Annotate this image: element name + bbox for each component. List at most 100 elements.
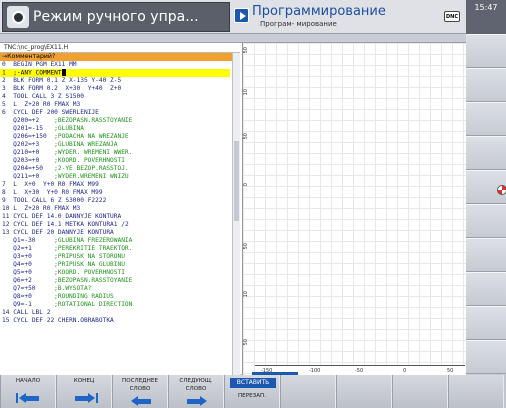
line-code: L X+30 Y+0 R0 FMAX M99: [13, 189, 103, 196]
softkey-4[interactable]: СЛЕДУЮЩ. СЛОВО: [168, 375, 224, 408]
program-line[interactable]: Q204=+50 ;2-YE BEZOP.RASSTOJ.: [0, 165, 240, 173]
program-line[interactable]: 13 CYCL DEF 20 DANNYJE KONTURA: [0, 229, 240, 237]
line-comment: ;GLUBINA FREZEROWANIA: [54, 237, 133, 244]
line-code: BLK FORM 0.1 Z X-135 Y-40 Z-5: [13, 77, 122, 84]
clock: 15:47: [466, 0, 506, 34]
h-tick: 50: [447, 368, 454, 374]
line-code: Q8=+0: [2, 293, 55, 300]
line-code: Q200=+2: [2, 117, 55, 124]
program-line[interactable]: 15 CYCL DEF 22 CHERN.OBRABOTKA: [0, 317, 240, 325]
line-number: 1: [2, 69, 6, 77]
program-line[interactable]: 11 CYCL DEF 14.0 DANNYJE KONTURA: [0, 213, 240, 221]
program-line[interactable]: 5 L Z+20 R0 FMAX M3: [0, 101, 240, 109]
program-line[interactable]: Q1=-30 ;GLUBINA FREZEROWANIA: [0, 237, 240, 245]
vertical-softkey-6[interactable]: [466, 204, 506, 238]
line-number: 12: [2, 221, 10, 228]
vertical-softkey-3[interactable]: [466, 102, 506, 136]
line-code: Q206=+150: [2, 133, 55, 140]
program-line[interactable]: Q3=+0 ;PRIPUSK NA STORONU: [0, 253, 240, 261]
manual-mode-icon: [7, 6, 29, 28]
softkey-sublabel: СЛОВО: [185, 386, 207, 392]
line-code: Q210=+0: [2, 149, 55, 156]
softkey-label: КОНЕЦ: [73, 378, 95, 384]
vertical-softkey-10[interactable]: [466, 340, 506, 374]
softkey-2[interactable]: КОНЕЦ: [56, 375, 112, 408]
program-line[interactable]: 6 CYCL DEF 200 SWERLENIJE: [0, 109, 240, 117]
vertical-softkey-9[interactable]: [466, 306, 506, 340]
line-number: 3: [2, 85, 6, 92]
softkey-3[interactable]: ПОСЛЕДНЕЕ СЛОВО: [112, 375, 168, 408]
program-line[interactable]: 9 TOOL CALL 6 Z S3000 F2222: [0, 197, 240, 205]
program-line[interactable]: Q4=+0 ;PRIPUSK NA GLUBINU: [0, 261, 240, 269]
program-line[interactable]: 14 CALL LBL 2: [0, 309, 240, 317]
line-number: 15: [2, 317, 10, 324]
program-line[interactable]: Q206=+150 ;PODACHA NA WREZANJE: [0, 133, 240, 141]
main-panel: TNC:\nc_prog\EX11.H →Комментарий? 0 BEGI…: [0, 42, 506, 375]
program-line[interactable]: Q5=+0 ;KOORD. POVERHNOSTI: [0, 269, 240, 277]
program-line[interactable]: 2 BLK FORM 0.1 Z X-135 Y-40 Z-5: [0, 77, 240, 85]
softkey-bar: НАЧАЛО КОНЕЦ ПОСЛЕДНЕЕ СЛОВО СЛЕДУЮЩ. СЛОВО ВС…: [0, 375, 506, 408]
softkey-1[interactable]: НАЧАЛО: [0, 375, 56, 408]
softkey-label: ПОСЛЕДНЕЕ: [122, 378, 158, 384]
program-line[interactable]: Q8=+0 ;ROUNDING RADIUS: [0, 293, 240, 301]
line-number: 4: [2, 93, 6, 100]
line-number: 11: [2, 213, 10, 220]
softkey-empty[interactable]: [448, 375, 504, 408]
v-tick: 10: [243, 291, 249, 298]
program-line-selected[interactable]: 1 ;-ANY COMMENT: [0, 69, 230, 77]
program-line[interactable]: 12 CYCL DEF 14.1 METKA KONTURA1 /2: [0, 221, 240, 229]
dnc-icon: DNC: [444, 11, 460, 22]
right-softkey-column: [466, 34, 506, 374]
scroll-thumb[interactable]: [234, 141, 239, 221]
top-bar: Режим ручного упра... Программирование П…: [0, 0, 506, 34]
program-line[interactable]: Q200=+2 ;BEZOPASN.RASSTOYANIE: [0, 117, 240, 125]
program-line[interactable]: Q202=+3 ;GLUBINA WREZANJA: [0, 141, 240, 149]
h-tick: -50: [355, 368, 364, 374]
softkey-empty[interactable]: [336, 375, 392, 408]
program-line[interactable]: 10 L Z+20 R0 FMAX M3: [0, 205, 240, 213]
line-code: Q202=+3: [2, 141, 55, 148]
line-code: Q7=+50: [2, 285, 55, 292]
programming-mode-tab[interactable]: Программирование Програм- мирование: [232, 4, 462, 30]
machine-mode-tab[interactable]: Режим ручного упра...: [2, 2, 230, 32]
line-code: CALL LBL 2: [13, 309, 51, 316]
program-line[interactable]: 4 TOOL CALL 3 Z S1500: [0, 93, 240, 101]
vertical-softkey-1[interactable]: [466, 34, 506, 68]
program-line[interactable]: Q7=+50 ;B.WYSOTA?: [0, 285, 240, 293]
program-line[interactable]: Q6=+2 ;BEZOPASN.RASSTOYANIE: [0, 277, 240, 285]
program-line[interactable]: 0 BEGIN PGM EX11 MM: [0, 61, 240, 69]
program-lines: 0 BEGIN PGM EX11 MM 1 ;-ANY COMMENT 2 BLK …: [0, 61, 240, 325]
line-comment: ;WYDER.WREMENI WNIZU: [54, 173, 129, 180]
line-code: TOOL CALL 3 Z S1500: [13, 93, 84, 100]
vertical-softkey-2[interactable]: [466, 68, 506, 102]
line-comment: ;KOORD. POVERHNOSTI: [54, 157, 125, 164]
line-number: 6: [2, 109, 6, 116]
program-line[interactable]: Q203=+0 ;KOORD. POVERHNOSTI: [0, 157, 240, 165]
v-tick: 50: [243, 133, 249, 140]
line-code: L Z+20 R0 FMAX M3: [13, 205, 81, 212]
line-code: Q4=+0: [2, 261, 55, 268]
line-code: CYCL DEF 20 DANNYJE KONTURA: [13, 229, 114, 236]
program-scrollbar[interactable]: [232, 53, 240, 375]
program-line[interactable]: Q210=+0 ;WYDER. WREMENI WWER.: [0, 149, 240, 157]
vertical-softkey-7[interactable]: [466, 238, 506, 272]
program-line[interactable]: Q211=+0 ;WYDER.WREMENI WNIZU: [0, 173, 240, 181]
line-code: Q1=-30: [2, 237, 55, 244]
program-line[interactable]: Q9=-1 ;ROTATIONAL DIRECTION: [0, 301, 240, 309]
line-comment: ;WYDER. WREMENI WWER.: [54, 149, 133, 156]
program-line[interactable]: 7 L X+0 Y+0 R0 FMAX M99: [0, 181, 240, 189]
program-line[interactable]: 3 BLK FORM 0.2 X+30 Y+40 Z+0: [0, 85, 240, 93]
line-code: TOOL CALL 6 Z S3000 F2222: [13, 197, 107, 204]
program-line[interactable]: 8 L X+30 Y+0 R0 FMAX M99: [0, 189, 240, 197]
softkey-5[interactable]: ВСТАВИТЬ ПЕРЕЗАП.: [224, 375, 280, 408]
program-editor[interactable]: TNC:\nc_prog\EX11.H →Комментарий? 0 BEGI…: [0, 43, 240, 375]
line-code: Q2=+1: [2, 245, 55, 252]
program-line[interactable]: Q201=-15 ;GLUBINA: [0, 125, 240, 133]
softkey-empty[interactable]: [392, 375, 448, 408]
program-line[interactable]: Q2=+1 ;PEREKRITIE TRAEKTOR.: [0, 245, 240, 253]
softkey-empty[interactable]: [280, 375, 336, 408]
line-number: 8: [2, 189, 6, 196]
vertical-softkey-8[interactable]: [466, 272, 506, 306]
vertical-softkey-4[interactable]: [466, 136, 506, 170]
line-number: 9: [2, 197, 6, 204]
